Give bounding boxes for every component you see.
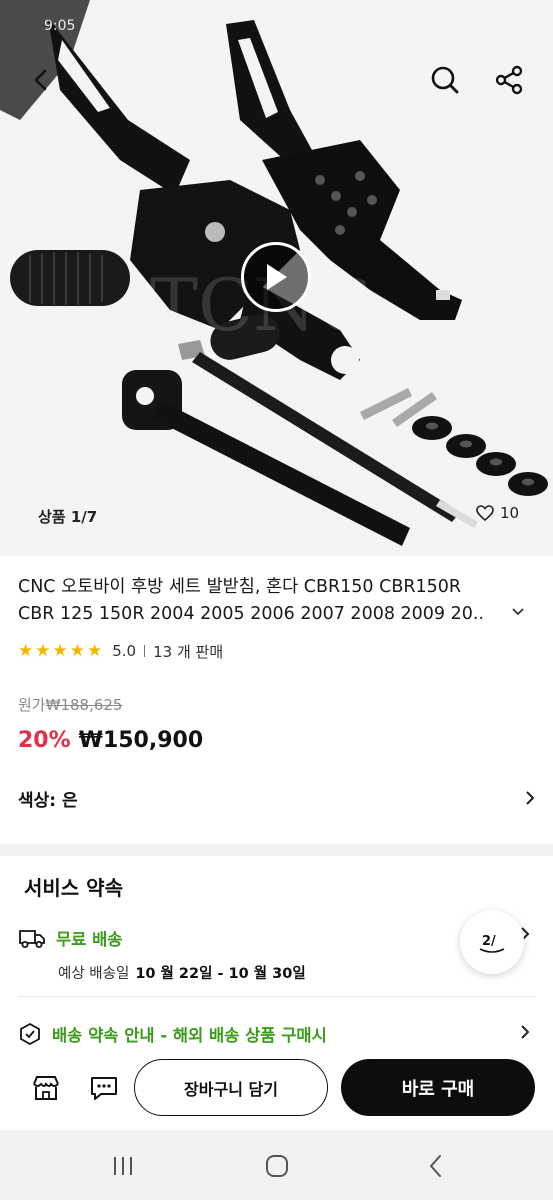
star-icon: ★ [35, 640, 51, 661]
estimated-delivery-label: 예상 배송일 [58, 966, 130, 982]
share-button[interactable] [484, 58, 534, 102]
rating-row[interactable]: ★ ★ ★ ★ ★ 5.0 13 개 판매 [18, 640, 223, 662]
free-shipping-label: 무료 배송 [56, 930, 123, 949]
original-price-row: 원가₩188,625 [18, 694, 122, 715]
original-price-label: 원가 [18, 696, 46, 714]
star-icon: ★ [52, 640, 68, 661]
search-icon [431, 66, 459, 94]
recent-apps-button[interactable] [108, 1154, 138, 1178]
product-title[interactable]: CNC 오토바이 후방 세트 발받침, 혼다 CBR150 CBR150R CB… [18, 574, 523, 628]
delivery-policy-row[interactable]: 배송 약속 안내 - 해외 배송 상품 구매시 [18, 1022, 327, 1046]
image-counter: 상품 1/7 [38, 508, 98, 526]
rating-divider [144, 645, 146, 657]
section-divider [0, 844, 553, 856]
color-option-selector[interactable]: 색상: 은 [0, 774, 553, 822]
expand-title-button[interactable] [512, 604, 524, 620]
star-icon: ★ [87, 640, 103, 661]
discount-rate: 20% [18, 728, 71, 753]
sale-price: ₩150,900 [78, 728, 204, 753]
product-title-line1: CNC 오토바이 후방 세트 발받침, 혼다 CBR150 CBR150R [18, 577, 462, 597]
star-icon: ★ [18, 640, 34, 661]
original-price: ₩188,625 [45, 696, 123, 714]
truck-icon [19, 930, 45, 948]
wishlist-button[interactable]: 10 [476, 504, 519, 522]
nav-back-icon [430, 1155, 441, 1177]
play-icon [267, 264, 287, 290]
search-button[interactable] [420, 58, 470, 102]
home-button[interactable] [262, 1152, 292, 1180]
sold-count: 13 개 판매 [153, 642, 224, 661]
chat-icon [91, 1077, 117, 1100]
heart-icon [476, 505, 494, 521]
system-back-button[interactable] [420, 1152, 450, 1180]
product-title-line2: CBR 125 150R 2004 2005 2006 2007 2008 20… [18, 604, 485, 624]
buy-now-button[interactable]: 바로 구매 [341, 1059, 535, 1116]
system-navigation-bar [0, 1130, 553, 1200]
star-icon: ★ [69, 640, 85, 661]
chat-button[interactable] [84, 1068, 124, 1108]
bottom-action-bar: 장바구니 담기 바로 구매 [0, 1050, 553, 1128]
product-image-carousel[interactable]: TCNC 9:05 상품 1/7 10 [0, 0, 553, 556]
share-icon [495, 65, 523, 95]
free-shipping-row[interactable]: 무료 배송 [18, 926, 122, 950]
store-icon [33, 1076, 59, 1100]
policy-icon [20, 1022, 40, 1046]
home-icon [266, 1155, 288, 1177]
back-icon [34, 69, 47, 91]
floating-page-badge[interactable]: 2/ [460, 910, 524, 974]
row-divider [18, 996, 535, 997]
rating-stars: ★ ★ ★ ★ ★ [18, 640, 103, 661]
wishlist-count: 10 [500, 504, 520, 522]
delivery-policy-label: 배송 약속 안내 - 해외 배송 상품 구매시 [52, 1026, 327, 1045]
service-section-title: 서비스 약속 [24, 876, 123, 900]
estimated-delivery: 예상 배송일 10 월 22일 - 10 월 30일 [58, 962, 306, 983]
chevron-right-icon [521, 1025, 530, 1039]
add-to-cart-button[interactable]: 장바구니 담기 [134, 1059, 328, 1116]
chevron-right-icon [526, 791, 535, 805]
estimated-delivery-dates: 10 월 22일 - 10 월 30일 [135, 966, 306, 982]
chevron-down-icon [512, 608, 524, 616]
rating-value: 5.0 [112, 642, 137, 660]
policy-detail-button[interactable] [520, 1024, 530, 1044]
page-badge-text: 2/ [482, 934, 496, 949]
page-indicator-icon: 2/ [479, 934, 505, 953]
price-row: 20% ₩150,900 [18, 728, 203, 753]
recent-apps-icon [114, 1157, 132, 1175]
status-bar-time: 9:05 [44, 18, 76, 34]
store-button[interactable] [26, 1068, 66, 1108]
color-option-label: 색상: 은 [18, 790, 78, 811]
back-button[interactable] [22, 60, 58, 100]
play-video-button[interactable] [241, 242, 311, 312]
